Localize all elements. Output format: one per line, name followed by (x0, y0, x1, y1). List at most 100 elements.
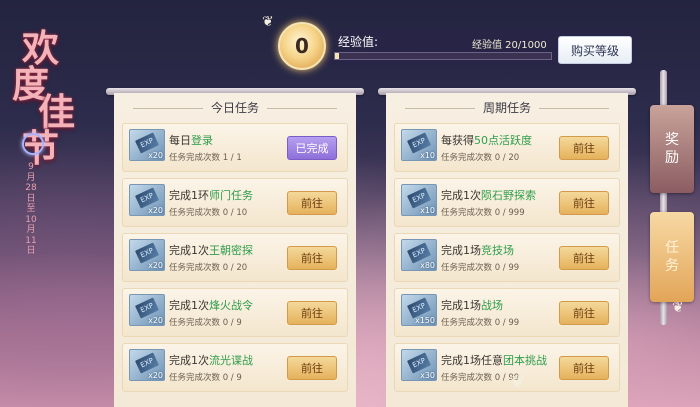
panel-title: 周期任务 (386, 99, 628, 116)
task-row: EXP x20 完成1次王朝密探 任务完成次数 0 / 20 前往 (122, 233, 348, 282)
go-button[interactable]: 前往 (287, 356, 337, 380)
tab-reward-label: 奖励 (665, 132, 679, 166)
task-title: 完成1场竞技场 (441, 242, 514, 258)
task-row: EXP x20 完成1次流光谍战 任务完成次数 0 / 9 前往 (122, 343, 348, 392)
reward-count: x10 (420, 151, 435, 160)
exp-ticket-icon: EXP x20 (129, 349, 165, 381)
festival-date: 9月28日至10月11日 (25, 162, 37, 256)
exp-ticket-icon: EXP x20 (129, 184, 165, 216)
go-button[interactable]: 前往 (559, 246, 609, 270)
go-button[interactable]: 前往 (287, 246, 337, 270)
task-title: 每日登录 (169, 132, 213, 148)
task-title: 完成1次流光谍战 (169, 352, 253, 368)
buy-level-button[interactable]: 购买等级 (558, 36, 632, 64)
task-progress: 任务完成次数 0 / 999 (441, 208, 525, 218)
task-progress: 任务完成次数 0 / 20 (441, 153, 520, 163)
reward-count: x30 (420, 371, 435, 380)
task-progress: 任务完成次数 1 / 1 (169, 153, 242, 163)
title-char: 佳 (38, 90, 75, 134)
task-progress: 任务完成次数 0 / 9 (169, 318, 242, 328)
tab-task-label: 任务 (665, 240, 679, 274)
go-button[interactable]: 前往 (559, 191, 609, 215)
task-title-highlight: 王朝密探 (209, 244, 253, 257)
crescent-moon-icon (22, 133, 44, 155)
task-title-highlight: 烽火战令 (209, 299, 253, 312)
task-progress: 任务完成次数 0 / 99 (441, 263, 520, 273)
exp-ticket-icon: EXP x150 (401, 294, 437, 326)
task-title: 完成1次烽火战令 (169, 297, 253, 313)
daily-task-panel: 今日任务 EXP x20 每日登录 任务完成次数 1 / 1 已完成 EXP x20 完成1环… (114, 93, 356, 407)
task-title-highlight: 陨石野探索 (481, 189, 536, 202)
task-row: EXP x30 完成1场任意团本挑战 任务完成次数 0 / 99 前往 (394, 343, 620, 392)
completed-button[interactable]: 已完成 (287, 136, 337, 160)
title-char: 欢 (22, 26, 59, 70)
task-row: EXP x150 完成1场战场 任务完成次数 0 / 99 前往 (394, 288, 620, 337)
task-title-prefix: 每获得 (441, 134, 474, 147)
task-title-highlight: 竞技场 (481, 244, 514, 257)
task-title-prefix: 完成1次 (169, 244, 209, 257)
task-title-highlight: 流光谍战 (209, 354, 253, 367)
task-title: 完成1场任意团本挑战 (441, 352, 547, 368)
weekly-task-panel: 周期任务 EXP x10 每获得50点活跃度 任务完成次数 0 / 20 前往 EXP x1… (386, 93, 628, 407)
reward-count: x20 (148, 316, 163, 325)
task-title-prefix: 完成1场 (441, 299, 481, 312)
weekly-task-list: EXP x10 每获得50点活跃度 任务完成次数 0 / 20 前往 EXP x10 完成1次… (394, 123, 620, 398)
task-title: 完成1次陨石野探索 (441, 187, 536, 203)
task-progress: 任务完成次数 0 / 9 (169, 373, 242, 383)
exp-ticket-icon: EXP x10 (401, 184, 437, 216)
task-title-prefix: 完成1次 (169, 354, 209, 367)
task-row: EXP x20 每日登录 任务完成次数 1 / 1 已完成 (122, 123, 348, 172)
reward-count: x150 (414, 316, 435, 325)
exp-progress-fill (335, 53, 340, 59)
exp-ticket-icon: EXP x80 (401, 239, 437, 271)
butterfly-icon: ❦ (262, 14, 274, 30)
task-title-highlight: 师门任务 (209, 189, 253, 202)
go-button[interactable]: 前往 (287, 301, 337, 325)
task-title-prefix: 完成1次 (441, 189, 481, 202)
task-title: 每获得50点活跃度 (441, 132, 532, 148)
tab-task[interactable]: 任务 (650, 212, 694, 302)
exp-ticket-icon: EXP x10 (401, 129, 437, 161)
go-button[interactable]: 前往 (559, 136, 609, 160)
task-title: 完成1环师门任务 (169, 187, 253, 203)
task-title-highlight: 50点活跃度 (474, 134, 532, 147)
task-row: EXP x20 完成1次烽火战令 任务完成次数 0 / 9 前往 (122, 288, 348, 337)
butterfly-icon: ❦ (510, 372, 526, 393)
task-row: EXP x10 完成1次陨石野探索 任务完成次数 0 / 999 前往 (394, 178, 620, 227)
task-title-prefix: 完成1环 (169, 189, 209, 202)
tab-reward[interactable]: 奖励 (650, 105, 694, 193)
reward-count: x20 (148, 261, 163, 270)
task-title-highlight: 登录 (191, 134, 213, 147)
go-button[interactable]: 前往 (559, 301, 609, 325)
go-button[interactable]: 前往 (287, 191, 337, 215)
go-button[interactable]: 前往 (559, 356, 609, 380)
task-progress: 任务完成次数 0 / 10 (169, 208, 248, 218)
exp-ticket-icon: EXP x20 (129, 129, 165, 161)
exp-ticket-icon: EXP x30 (401, 349, 437, 381)
daily-task-list: EXP x20 每日登录 任务完成次数 1 / 1 已完成 EXP x20 完成1环师门任务任… (122, 123, 348, 398)
exp-progress-track (334, 52, 552, 60)
panel-title: 今日任务 (114, 99, 356, 116)
task-progress: 任务完成次数 0 / 99 (441, 318, 520, 328)
task-title: 完成1场战场 (441, 297, 503, 313)
task-row: EXP x80 完成1场竞技场 任务完成次数 0 / 99 前往 (394, 233, 620, 282)
exp-ticket-icon: EXP x20 (129, 239, 165, 271)
task-title-prefix: 完成1场 (441, 244, 481, 257)
exp-ticket-icon: EXP x20 (129, 294, 165, 326)
task-row: EXP x10 每获得50点活跃度 任务完成次数 0 / 20 前往 (394, 123, 620, 172)
task-row: EXP x20 完成1环师门任务 任务完成次数 0 / 10 前往 (122, 178, 348, 227)
level-badge: 0 (278, 22, 326, 70)
task-title-highlight: 战场 (481, 299, 503, 312)
reward-count: x20 (148, 371, 163, 380)
exp-label: 经验值: (338, 35, 379, 49)
reward-count: x20 (148, 151, 163, 160)
task-title-prefix: 完成1次 (169, 299, 209, 312)
reward-count: x20 (148, 206, 163, 215)
task-title-highlight: 团本挑战 (503, 354, 547, 367)
reward-count: x10 (420, 206, 435, 215)
task-progress: 任务完成次数 0 / 20 (169, 263, 248, 273)
exp-value: 经验值 20/1000 (472, 40, 547, 51)
reward-count: x80 (420, 261, 435, 270)
task-title-prefix: 每日 (169, 134, 191, 147)
task-title: 完成1次王朝密探 (169, 242, 253, 258)
